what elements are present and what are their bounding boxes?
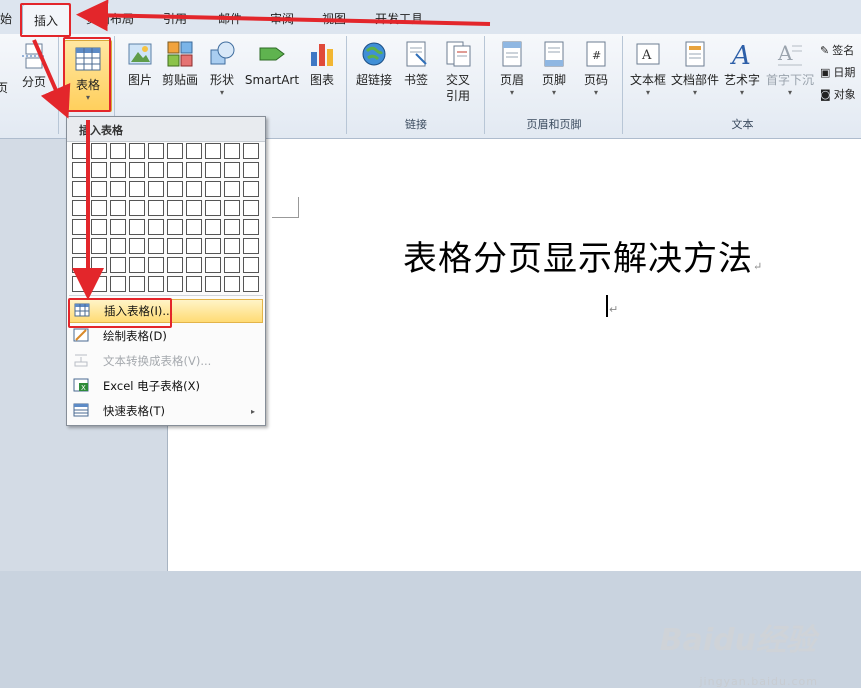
annotation-arrows — [32, 0, 491, 300]
arrow-to-table-button — [32, 39, 71, 119]
watermark-url: jingyan.baidu.com — [699, 675, 818, 688]
arrow-to-insert-tab — [76, 0, 491, 32]
watermark-brand: Baidu经验 — [659, 623, 816, 658]
